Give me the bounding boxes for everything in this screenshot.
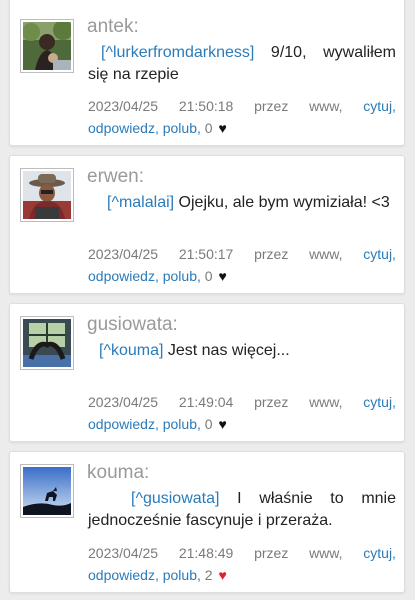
- comment-text: [^lurkerfromdarkness] 9/10, wywaliłem si…: [88, 42, 396, 86]
- post-time: 21:48:49: [178, 545, 234, 561]
- reply-link[interactable]: odpowiedz,: [88, 567, 159, 583]
- reply-link[interactable]: odpowiedz,: [88, 268, 159, 284]
- avatar-image: [23, 22, 71, 70]
- post-date: 2023/04/25: [88, 394, 159, 410]
- username[interactable]: erwen:: [87, 166, 144, 188]
- post-date: 2023/04/25: [88, 246, 159, 262]
- comment-meta: 2023/04/25 21:49:04 przez www, cytuj, od…: [88, 391, 396, 435]
- source-label: www,: [309, 246, 343, 262]
- quote-link[interactable]: cytuj,: [363, 243, 396, 265]
- user-avatar[interactable]: [20, 464, 74, 518]
- post-time: 21:50:17: [178, 246, 234, 262]
- user-avatar[interactable]: [20, 316, 74, 370]
- comment-meta: 2023/04/25 21:48:49 przez www, cytuj, od…: [88, 542, 396, 586]
- source-label: www,: [309, 98, 343, 114]
- comment-body: Ojejku, ale bym wymiziała! <3: [174, 194, 390, 211]
- heart-icon[interactable]: ♥: [218, 416, 226, 432]
- avatar-image: [23, 171, 71, 219]
- comment-body: Jest nas więcej...: [163, 342, 290, 359]
- reply-link[interactable]: odpowiedz,: [88, 120, 159, 136]
- quote-link[interactable]: cytuj,: [363, 391, 396, 413]
- mention-link[interactable]: [^kouma]: [99, 342, 163, 359]
- quote-link[interactable]: cytuj,: [363, 542, 396, 564]
- heart-icon[interactable]: ♥: [218, 120, 226, 136]
- like-count: 2: [204, 567, 213, 583]
- mention-link[interactable]: [^lurkerfromdarkness]: [101, 44, 254, 61]
- post-time: 21:49:04: [178, 394, 234, 410]
- avatar-image: [23, 319, 71, 367]
- via-label: przez: [254, 246, 289, 262]
- via-label: przez: [254, 545, 289, 561]
- comment-card: kouma: [^gusiowata] I właśnie to mnie je…: [9, 451, 405, 593]
- via-label: przez: [254, 394, 289, 410]
- username[interactable]: kouma:: [87, 462, 149, 484]
- mention-link[interactable]: [^gusiowata]: [131, 490, 219, 507]
- avatar-photo-icon: [23, 467, 71, 515]
- comment-meta: 2023/04/25 21:50:17 przez www, cytuj, od…: [88, 243, 396, 287]
- username[interactable]: gusiowata:: [87, 314, 178, 336]
- source-label: www,: [309, 545, 343, 561]
- avatar-image: [23, 467, 71, 515]
- comment-feed: antek: [^lurkerfromdarkness] 9/10, wywal…: [0, 0, 415, 600]
- user-avatar[interactable]: [20, 19, 74, 73]
- comment-card: erwen: [^malalai] Ojejku, ale bym wymizi…: [9, 155, 405, 294]
- like-link[interactable]: polub,: [163, 268, 201, 284]
- like-count: 0: [204, 416, 213, 432]
- comment-meta: 2023/04/25 21:50:18 przez www, cytuj, od…: [88, 95, 396, 139]
- avatar-photo-icon: [23, 171, 71, 219]
- avatar-photo-icon: [23, 22, 71, 70]
- like-count: 0: [204, 120, 213, 136]
- like-link[interactable]: polub,: [163, 567, 201, 583]
- source-label: www,: [309, 394, 343, 410]
- like-link[interactable]: polub,: [163, 120, 201, 136]
- like-count: 0: [204, 268, 213, 284]
- post-time: 21:50:18: [178, 98, 234, 114]
- reply-link[interactable]: odpowiedz,: [88, 416, 159, 432]
- avatar-photo-icon: [23, 319, 71, 367]
- via-label: przez: [254, 98, 289, 114]
- mention-link[interactable]: [^malalai]: [107, 194, 174, 211]
- post-date: 2023/04/25: [88, 545, 159, 561]
- comment-text: [^gusiowata] I właśnie to mnie jednocześ…: [88, 488, 396, 532]
- quote-link[interactable]: cytuj,: [363, 95, 396, 117]
- comment-text: [^kouma] Jest nas więcej...: [88, 340, 396, 362]
- username[interactable]: antek:: [87, 16, 139, 38]
- user-avatar[interactable]: [20, 168, 74, 222]
- like-link[interactable]: polub,: [163, 416, 201, 432]
- comment-card: antek: [^lurkerfromdarkness] 9/10, wywal…: [9, 0, 405, 146]
- comment-text: [^malalai] Ojejku, ale bym wymiziała! <3: [88, 192, 396, 214]
- heart-icon[interactable]: ♥: [218, 268, 226, 284]
- heart-icon[interactable]: ♥: [218, 567, 226, 583]
- comment-card: gusiowata: [^kouma] Jest nas więcej... 2…: [9, 303, 405, 442]
- post-date: 2023/04/25: [88, 98, 159, 114]
